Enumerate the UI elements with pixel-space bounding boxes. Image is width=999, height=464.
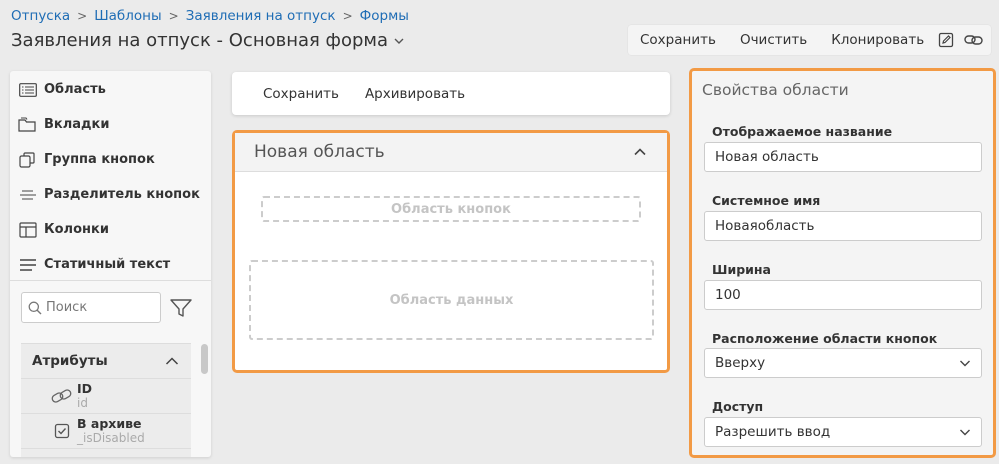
chevron-right-icon: > — [168, 9, 179, 23]
attribute-system-name: id — [77, 396, 88, 410]
access-select[interactable]: Разрешить ввод — [704, 417, 982, 447]
width-label: Ширина — [712, 262, 771, 277]
chevron-up-icon[interactable] — [633, 145, 647, 159]
toolbox-item-button-separator[interactable]: Разделитель кнопок — [10, 177, 211, 212]
attributes-panel: Атрибуты ID id В архиве _isDisabled — [21, 343, 191, 457]
button-position-value: Вверху — [715, 355, 766, 371]
toolbox-item-button-group[interactable]: Группа кнопок — [10, 142, 211, 177]
scrollbar[interactable] — [201, 344, 208, 374]
region-header[interactable]: Новая область — [235, 133, 667, 172]
system-name-field[interactable] — [704, 211, 982, 241]
clear-button[interactable]: Очистить — [728, 32, 819, 48]
search-field[interactable] — [21, 292, 161, 323]
crumb-vacation-requests[interactable]: Заявления на отпуск — [186, 8, 336, 24]
chevron-up-icon — [165, 357, 179, 365]
separator-icon — [18, 186, 38, 204]
link-icon[interactable] — [964, 30, 984, 50]
width-field[interactable] — [704, 280, 982, 310]
link-icon — [51, 385, 73, 407]
attribute-system-name: _isDisabled — [77, 431, 145, 445]
toolbox-item-label: Область — [44, 82, 106, 97]
access-label: Доступ — [712, 399, 764, 414]
chevron-down-icon — [960, 360, 970, 367]
checkbox-icon — [51, 420, 73, 442]
crumb-vacations[interactable]: Отпуска — [11, 8, 70, 24]
data-area-dropzone[interactable]: Область данных — [249, 260, 654, 340]
region-title: Новая область — [254, 142, 385, 162]
crumb-forms[interactable]: Формы — [360, 8, 409, 24]
clone-button[interactable]: Клонировать — [819, 32, 936, 48]
archive-button[interactable]: Архивировать — [352, 86, 478, 102]
save-button[interactable]: Сохранить — [628, 32, 728, 48]
button-area-dropzone[interactable]: Область кнопок — [261, 196, 641, 222]
chevron-down-icon — [960, 429, 970, 436]
chevron-down-icon — [394, 38, 404, 44]
page-title[interactable]: Заявления на отпуск - Основная форма — [11, 30, 404, 51]
display-name-label: Отображаемое название — [712, 124, 893, 139]
attribute-row-disabled[interactable]: В архиве _isDisabled — [21, 414, 191, 449]
copy-icon — [18, 151, 38, 169]
toolbox-item-region[interactable]: Область — [10, 72, 211, 107]
button-position-select[interactable]: Вверху — [704, 348, 982, 378]
toolbox-item-static-text[interactable]: Статичный текст — [10, 247, 211, 282]
filter-icon[interactable] — [169, 296, 193, 320]
width-input[interactable] — [715, 287, 971, 303]
toolbox-item-label: Вкладки — [44, 117, 110, 132]
display-name-input[interactable] — [715, 149, 971, 165]
attribute-name: ID — [77, 381, 93, 396]
crumb-templates[interactable]: Шаблоны — [94, 8, 161, 24]
region-properties-panel: Свойства области Отображаемое название С… — [689, 68, 996, 458]
form-action-bar: Сохранить Архивировать — [232, 72, 670, 115]
system-name-label: Системное имя — [712, 193, 821, 208]
form-region[interactable]: Новая область Область кнопок Область дан… — [232, 130, 670, 373]
toolbox-item-label: Разделитель кнопок — [44, 187, 200, 202]
toolbox-item-label: Группа кнопок — [44, 152, 155, 167]
toolbox-item-label: Статичный текст — [44, 257, 171, 272]
edit-icon[interactable] — [936, 30, 956, 50]
search-input[interactable] — [46, 300, 151, 315]
text-lines-icon — [18, 256, 38, 274]
attributes-title: Атрибуты — [32, 353, 108, 369]
list-icon — [18, 81, 38, 99]
attributes-header[interactable]: Атрибуты — [21, 344, 191, 379]
form-save-button[interactable]: Сохранить — [250, 86, 352, 102]
divider — [10, 280, 211, 281]
chevron-right-icon: > — [342, 9, 353, 23]
form-toolbar: Сохранить Очистить Клонировать — [628, 25, 991, 55]
display-name-field[interactable] — [704, 142, 982, 172]
chevron-right-icon: > — [77, 9, 88, 23]
breadcrumb: Отпуска > Шаблоны > Заявления на отпуск … — [11, 8, 409, 24]
data-area-label: Область данных — [389, 292, 514, 308]
page-title-text: Заявления на отпуск - Основная форма — [11, 30, 388, 51]
toolbox-item-columns[interactable]: Колонки — [10, 212, 211, 247]
system-name-input[interactable] — [715, 218, 971, 234]
toolbox-panel: Область Вкладки Группа кнопок Разделител… — [10, 71, 211, 457]
access-value: Разрешить ввод — [715, 424, 831, 440]
button-area-label: Область кнопок — [391, 201, 511, 217]
attribute-row-id[interactable]: ID id — [21, 379, 191, 414]
button-position-label: Расположение области кнопок — [712, 331, 938, 346]
toolbox-item-tabs[interactable]: Вкладки — [10, 107, 211, 142]
toolbox-item-label: Колонки — [44, 222, 109, 237]
folder-icon — [18, 116, 38, 134]
attribute-name: В архиве — [77, 416, 142, 431]
properties-title: Свойства области — [702, 81, 849, 99]
columns-icon — [18, 221, 38, 239]
search-icon — [28, 301, 42, 314]
